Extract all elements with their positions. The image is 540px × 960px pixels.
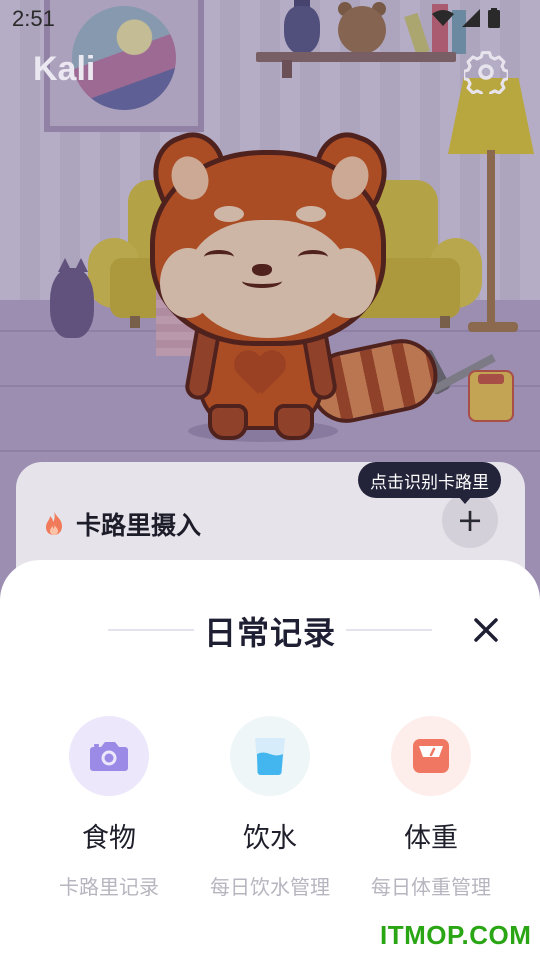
water-icon-circle — [230, 716, 310, 796]
plus-icon: + — [456, 501, 484, 539]
food-label: 食物 — [82, 823, 136, 854]
status-icons — [432, 8, 500, 28]
close-icon[interactable] — [466, 610, 506, 650]
site-watermark: ITMOP.COM — [380, 920, 532, 950]
wifi-icon — [432, 10, 454, 26]
status-bar: 2:51 — [0, 0, 540, 40]
tooltip-tail — [458, 496, 472, 504]
water-desc: 每日饮水管理 — [210, 875, 330, 899]
water-label: 饮水 — [243, 823, 297, 854]
battery-icon — [488, 8, 500, 28]
water-glass-icon — [255, 738, 285, 775]
camera-icon — [90, 742, 128, 771]
app-title: Kali — [33, 50, 96, 88]
scale-icon — [413, 739, 449, 773]
sheet-title: 日常记录 — [204, 614, 337, 652]
water-record-option[interactable]: 饮水 每日饮水管理 — [189, 716, 351, 900]
recognize-calorie-tooltip: 点击识别卡路里 — [358, 462, 501, 498]
gear-icon[interactable] — [464, 50, 508, 94]
food-icon-circle — [69, 716, 149, 796]
weight-icon-circle — [391, 716, 471, 796]
title-divider-right — [346, 629, 432, 631]
calorie-intake-title: 卡路里摄入 — [76, 511, 202, 540]
weight-record-option[interactable]: 体重 每日体重管理 — [350, 716, 512, 900]
weight-desc: 每日体重管理 — [371, 875, 491, 899]
status-time: 2:51 — [12, 6, 55, 31]
weight-label: 体重 — [404, 823, 458, 854]
fire-icon — [46, 511, 62, 535]
food-desc: 卡路里记录 — [59, 875, 159, 899]
signal-icon — [462, 9, 480, 27]
title-divider-left — [108, 629, 194, 631]
food-record-option[interactable]: 食物 卡路里记录 — [28, 716, 190, 900]
